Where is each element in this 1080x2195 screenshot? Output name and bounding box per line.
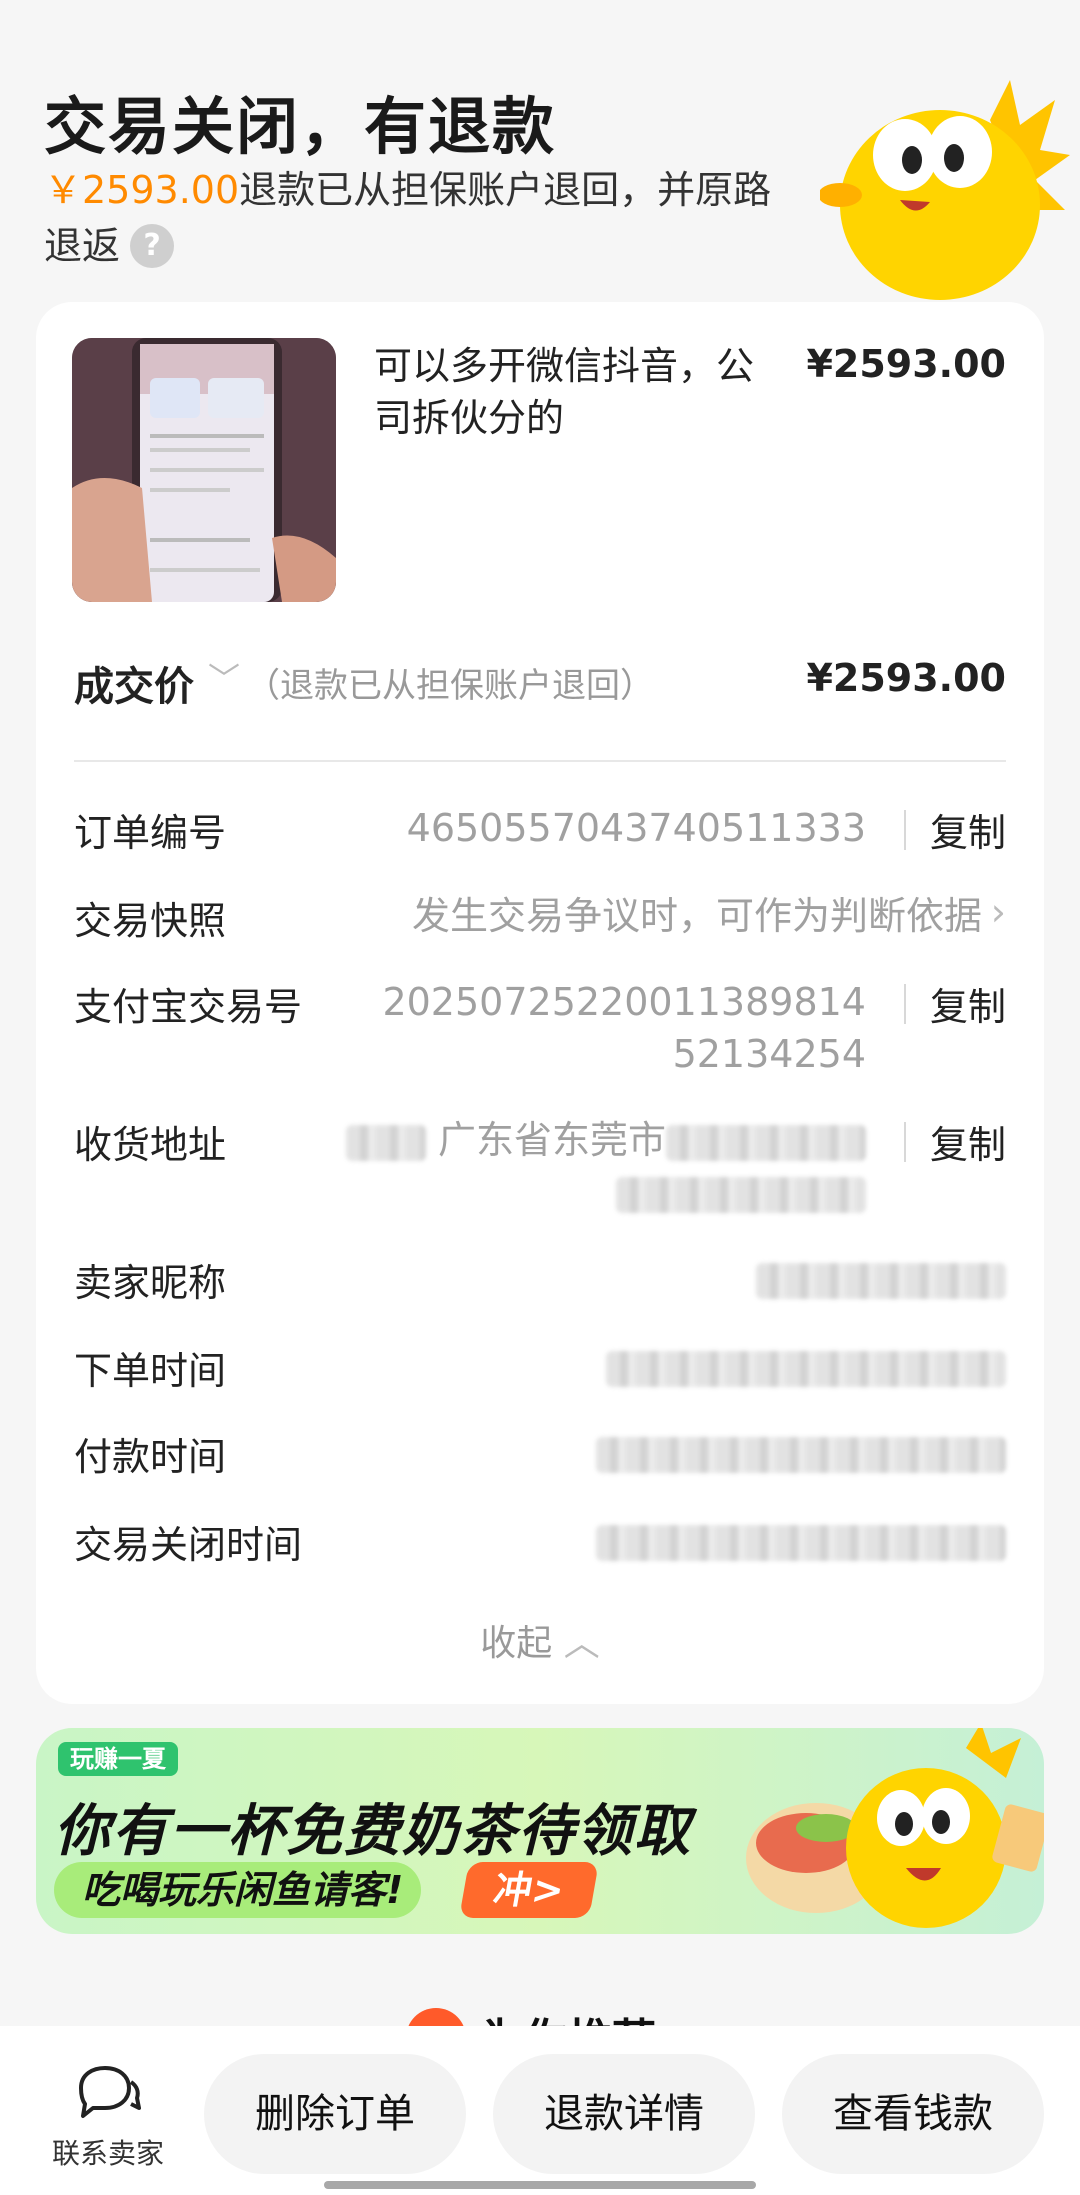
deal-price-label: 成交价 — [74, 664, 194, 710]
order-detail-page: 交易关闭，有退款 ￥2593.00退款已从担保账户退回，并原路退返? 可以多开微… — [0, 0, 1080, 2195]
mascot-fish-image — [820, 80, 1070, 300]
separator — [904, 1122, 906, 1162]
separator — [904, 984, 906, 1024]
snapshot-label: 交易快照 — [74, 899, 227, 943]
address-value: 广东省东莞市 — [345, 1114, 866, 1218]
deal-price-value: ¥2593.00 — [806, 656, 1006, 700]
contact-seller-label: 联系卖家 — [51, 2137, 164, 2170]
product-thumbnail[interactable] — [72, 338, 336, 602]
chat-icon — [79, 2066, 141, 2118]
home-indicator[interactable] — [324, 2181, 756, 2189]
address-row: 收货地址 广东省东莞市 复制 — [74, 1114, 1006, 1224]
deal-price-note: （退款已从担保账户退回） — [246, 666, 654, 706]
blurred-pay-time — [596, 1436, 1006, 1473]
contact-seller-button[interactable]: 联系卖家 — [40, 2064, 176, 2172]
close-time-value — [596, 1514, 1006, 1566]
refund-detail-button[interactable]: 退款详情 — [493, 2054, 755, 2174]
refund-status-text: ￥2593.00退款已从担保账户退回，并原路退返? — [44, 162, 784, 274]
snapshot-value: 发生交易争议时，可作为判断依据 — [411, 894, 982, 938]
pay-time-row: 付款时间 — [74, 1426, 1006, 1482]
promo-banner[interactable]: 玩赚一夏 你有一杯免费奶茶待领取 吃喝玩乐闲鱼请客! 冲> — [36, 1728, 1044, 1934]
order-time-row: 下单时间 — [74, 1340, 1006, 1396]
order-number-label: 订单编号 — [74, 811, 227, 855]
chevron-up-icon: ︿ — [563, 1623, 600, 1664]
product-photo-image — [72, 338, 336, 602]
copy-alipay-trade-button[interactable]: 复制 — [930, 976, 1006, 1031]
promo-subtitle: 吃喝玩乐闲鱼请客! — [54, 1862, 422, 1918]
page-title: 交易关闭，有退款 — [44, 90, 557, 163]
pay-time-value — [596, 1426, 1006, 1478]
chevron-right-icon: › — [990, 890, 1006, 934]
close-time-row: 交易关闭时间 — [74, 1514, 1006, 1570]
alipay-trade-row: 支付宝交易号 202507252200113898​14 52134254 复制 — [74, 976, 1006, 1086]
address-label: 收货地址 — [74, 1123, 227, 1167]
view-money-button[interactable]: 查看钱款 — [782, 2054, 1044, 2174]
promo-title: 你有一杯免费奶茶待领取 — [54, 1799, 692, 1864]
bottom-action-bar: 联系卖家 删除订单 退款详情 查看钱款 — [0, 2026, 1080, 2195]
seller-nickname-label: 卖家昵称 — [74, 1261, 227, 1305]
close-time-label: 交易关闭时间 — [74, 1523, 303, 1567]
blurred-address-line2 — [616, 1176, 866, 1213]
copy-order-number-button[interactable]: 复制 — [930, 802, 1006, 857]
refund-amount: ￥2593.00 — [44, 168, 240, 212]
seller-nickname-row: 卖家昵称 — [74, 1252, 1006, 1308]
order-time-label: 下单时间 — [74, 1349, 227, 1393]
order-time-value — [606, 1340, 1006, 1392]
collapse-button[interactable]: 收起 ︿ — [36, 1614, 1044, 1666]
separator — [904, 810, 906, 850]
delete-order-button[interactable]: 删除订单 — [204, 2054, 466, 2174]
order-card: 可以多开微信抖音，公司拆伙分的 ¥2593.00 成交价 ﹀ （退款已从担保账户… — [36, 302, 1044, 1704]
promo-go-button[interactable]: 冲> — [459, 1862, 599, 1918]
divider — [74, 760, 1006, 762]
blurred-close-time — [596, 1524, 1006, 1561]
chevron-down-icon[interactable]: ﹀ — [208, 654, 240, 700]
address-visible-text: 广东省东莞市 — [437, 1118, 666, 1162]
alipay-trade-value: 202507252200113898​14 52134254 — [382, 976, 866, 1080]
collapse-label: 收起 — [480, 1623, 553, 1664]
copy-address-button[interactable]: 复制 — [930, 1114, 1006, 1169]
order-number-value: 4650557043740511333 — [406, 806, 866, 850]
product-title[interactable]: 可以多开微信抖音，公司拆伙分的 — [374, 340, 774, 444]
pay-time-label: 付款时间 — [74, 1435, 227, 1479]
blurred-address — [666, 1124, 866, 1161]
promo-tag: 玩赚一夏 — [58, 1742, 178, 1776]
alipay-trade-label: 支付宝交易号 — [74, 985, 303, 1029]
product-price: ¥2593.00 — [806, 342, 1006, 386]
alipay-trade-line2: 52134254 — [672, 1032, 866, 1076]
snapshot-row[interactable]: 交易快照 发生交易争议时，可作为判断依据 › — [74, 890, 1006, 946]
blurred-name — [345, 1124, 426, 1161]
deal-price-row[interactable]: 成交价 ﹀ （退款已从担保账户退回） ¥2593.00 — [74, 654, 1006, 714]
blurred-order-time — [606, 1350, 1006, 1387]
help-icon[interactable]: ? — [130, 224, 175, 268]
promo-mascot-image — [746, 1728, 1044, 1928]
order-number-row: 订单编号 4650557043740511333 复制 — [74, 802, 1006, 858]
seller-nickname-value — [756, 1252, 1006, 1304]
blurred-nickname — [756, 1262, 1006, 1299]
alipay-trade-line1: 202507252200113898​14 — [382, 980, 866, 1024]
